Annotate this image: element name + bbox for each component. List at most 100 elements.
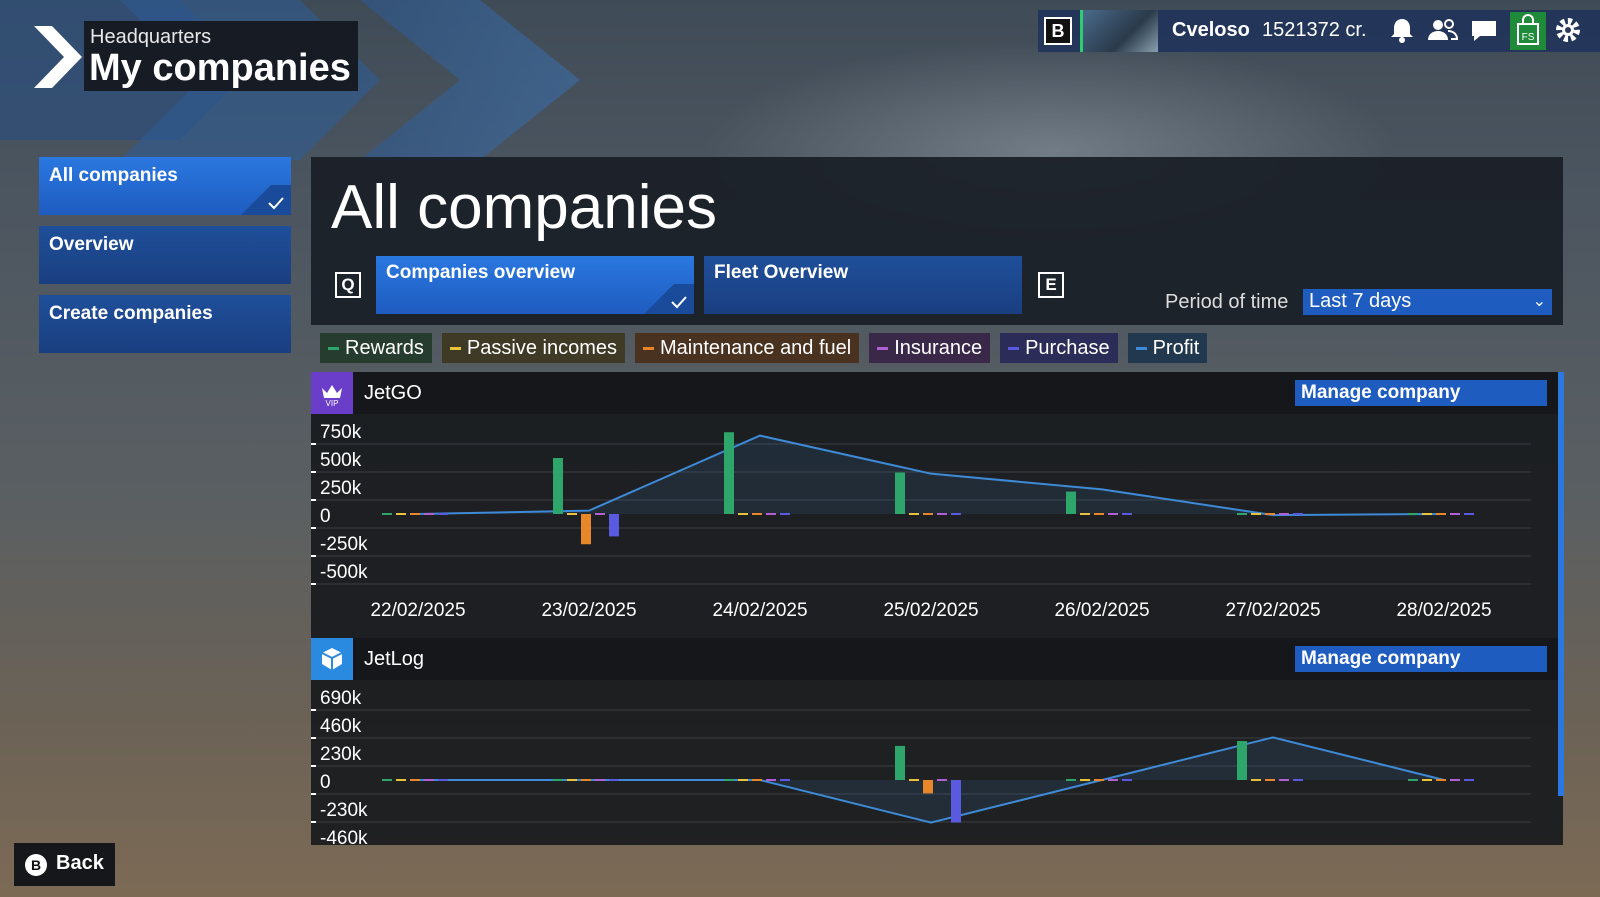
page-title: My companies bbox=[89, 47, 351, 89]
x-tick-label: 24/02/2025 bbox=[712, 600, 807, 621]
bar-rewards bbox=[1066, 779, 1076, 781]
legend-item[interactable]: Maintenance and fuel bbox=[634, 333, 860, 363]
period-value: Last 7 days bbox=[1309, 290, 1412, 312]
company-panel-jetlog: JetLog Manage company 690k 460k 230k 0 -230k… bbox=[311, 638, 1563, 845]
bar-insurance bbox=[1108, 779, 1118, 781]
period-select[interactable]: Last 7 days ⌄ bbox=[1303, 289, 1552, 315]
bar-purchase bbox=[1464, 513, 1474, 515]
legend-label: Purchase bbox=[1025, 336, 1110, 359]
y-tick-label: 0 bbox=[320, 772, 331, 793]
x-tick-label: 22/02/2025 bbox=[370, 600, 465, 621]
bar-purchase bbox=[438, 779, 448, 781]
y-tick-label: -250k bbox=[320, 534, 368, 555]
bar-maintenance-and-fuel bbox=[752, 779, 762, 781]
y-tick-label: -500k bbox=[320, 562, 368, 583]
chevron-down-icon: ⌄ bbox=[1532, 293, 1546, 310]
bar-rewards bbox=[895, 472, 905, 514]
key-hint-q: Q bbox=[335, 272, 361, 298]
legend-item[interactable]: Profit bbox=[1127, 333, 1208, 363]
avatar[interactable] bbox=[1080, 10, 1158, 52]
manage-company-button[interactable]: Manage company bbox=[1295, 380, 1547, 406]
bell-icon[interactable] bbox=[1386, 14, 1418, 46]
bar-maintenance-and-fuel bbox=[923, 780, 933, 794]
chevron-logo-icon bbox=[34, 26, 82, 88]
bar-maintenance-and-fuel bbox=[1265, 779, 1275, 781]
bar-maintenance-and-fuel bbox=[581, 779, 591, 781]
bar-insurance bbox=[766, 779, 776, 781]
back-button[interactable]: B Back bbox=[14, 843, 115, 886]
credits-balance: 1521372 cr. bbox=[1262, 19, 1367, 41]
username: Cveloso bbox=[1172, 19, 1250, 41]
bar-purchase bbox=[609, 779, 619, 781]
bar-passive-incomes bbox=[738, 513, 748, 515]
y-tick-label: 690k bbox=[320, 688, 362, 709]
scrollbar[interactable] bbox=[1558, 372, 1564, 796]
legend-item[interactable]: Passive incomes bbox=[441, 333, 625, 363]
x-tick-label: 25/02/2025 bbox=[883, 600, 978, 621]
bar-maintenance-and-fuel bbox=[410, 779, 420, 781]
bar-rewards bbox=[724, 779, 734, 781]
check-icon bbox=[241, 185, 291, 215]
bar-insurance bbox=[1279, 513, 1289, 515]
bar-maintenance-and-fuel bbox=[410, 513, 420, 515]
x-tick-label: 26/02/2025 bbox=[1054, 600, 1149, 621]
tab-fleet-overview[interactable]: Fleet Overview bbox=[704, 256, 1022, 314]
bar-maintenance-and-fuel bbox=[1265, 513, 1275, 515]
sidebar-item-all-companies[interactable]: All companies bbox=[39, 157, 291, 215]
legend-swatch bbox=[1008, 346, 1020, 350]
bar-passive-incomes bbox=[1251, 513, 1261, 515]
bar-passive-incomes bbox=[396, 779, 406, 781]
manage-company-button[interactable]: Manage company bbox=[1295, 646, 1547, 672]
svg-text:VIP: VIP bbox=[326, 399, 339, 408]
sidebar-item-label: Create companies bbox=[49, 303, 213, 324]
legend-item[interactable]: Rewards bbox=[320, 333, 432, 363]
sidebar-item-overview[interactable]: Overview bbox=[39, 226, 291, 284]
y-tick-label: -460k bbox=[320, 828, 368, 845]
sidebar-item-create-companies[interactable]: Create companies bbox=[39, 295, 291, 353]
gear-icon[interactable] bbox=[1552, 14, 1584, 46]
bar-rewards bbox=[382, 779, 392, 781]
bar-passive-incomes bbox=[567, 513, 577, 515]
company-name: JetGO bbox=[364, 382, 422, 404]
y-tick-label: 500k bbox=[320, 450, 362, 471]
bar-rewards bbox=[1408, 779, 1418, 781]
tab-companies-overview[interactable]: Companies overview bbox=[376, 256, 694, 314]
chat-icon[interactable] bbox=[1468, 14, 1500, 46]
main-title: All companies bbox=[331, 173, 717, 242]
bar-insurance bbox=[937, 779, 947, 781]
x-tick-label: 23/02/2025 bbox=[541, 600, 636, 621]
profit-area bbox=[418, 435, 1444, 516]
back-label: Back bbox=[56, 852, 104, 874]
tab-label: Companies overview bbox=[386, 262, 576, 283]
period-label: Period of time bbox=[1165, 291, 1289, 313]
chart-legend: Rewards Passive incomes Maintenance and … bbox=[320, 333, 1208, 363]
bar-purchase bbox=[1293, 779, 1303, 781]
bar-rewards bbox=[1237, 741, 1247, 780]
legend-item[interactable]: Purchase bbox=[1000, 333, 1118, 363]
bar-insurance bbox=[766, 513, 776, 515]
bar-maintenance-and-fuel bbox=[1094, 513, 1104, 515]
svg-text:FS: FS bbox=[1522, 32, 1535, 43]
bar-rewards bbox=[895, 745, 905, 780]
bar-rewards bbox=[553, 458, 563, 514]
bar-insurance bbox=[1279, 779, 1289, 781]
bar-rewards bbox=[1408, 513, 1418, 515]
bar-purchase bbox=[1122, 513, 1132, 515]
bar-purchase bbox=[951, 513, 961, 515]
bar-purchase bbox=[780, 779, 790, 781]
bar-purchase bbox=[438, 513, 448, 515]
tab-label: Fleet Overview bbox=[714, 262, 849, 283]
bar-maintenance-and-fuel bbox=[1436, 779, 1446, 781]
bar-passive-incomes bbox=[396, 513, 406, 515]
store-icon[interactable]: FS bbox=[1510, 12, 1546, 50]
sidebar-item-label: Overview bbox=[49, 234, 134, 255]
bar-passive-incomes bbox=[567, 779, 577, 781]
bar-rewards bbox=[382, 513, 392, 515]
legend-item[interactable]: Insurance bbox=[869, 333, 991, 363]
bar-rewards bbox=[553, 779, 563, 781]
friends-icon[interactable] bbox=[1426, 14, 1458, 46]
y-tick-label: 250k bbox=[320, 478, 362, 499]
legend-label: Rewards bbox=[345, 336, 424, 359]
bar-maintenance-and-fuel bbox=[752, 513, 762, 515]
legend-label: Insurance bbox=[894, 336, 983, 359]
